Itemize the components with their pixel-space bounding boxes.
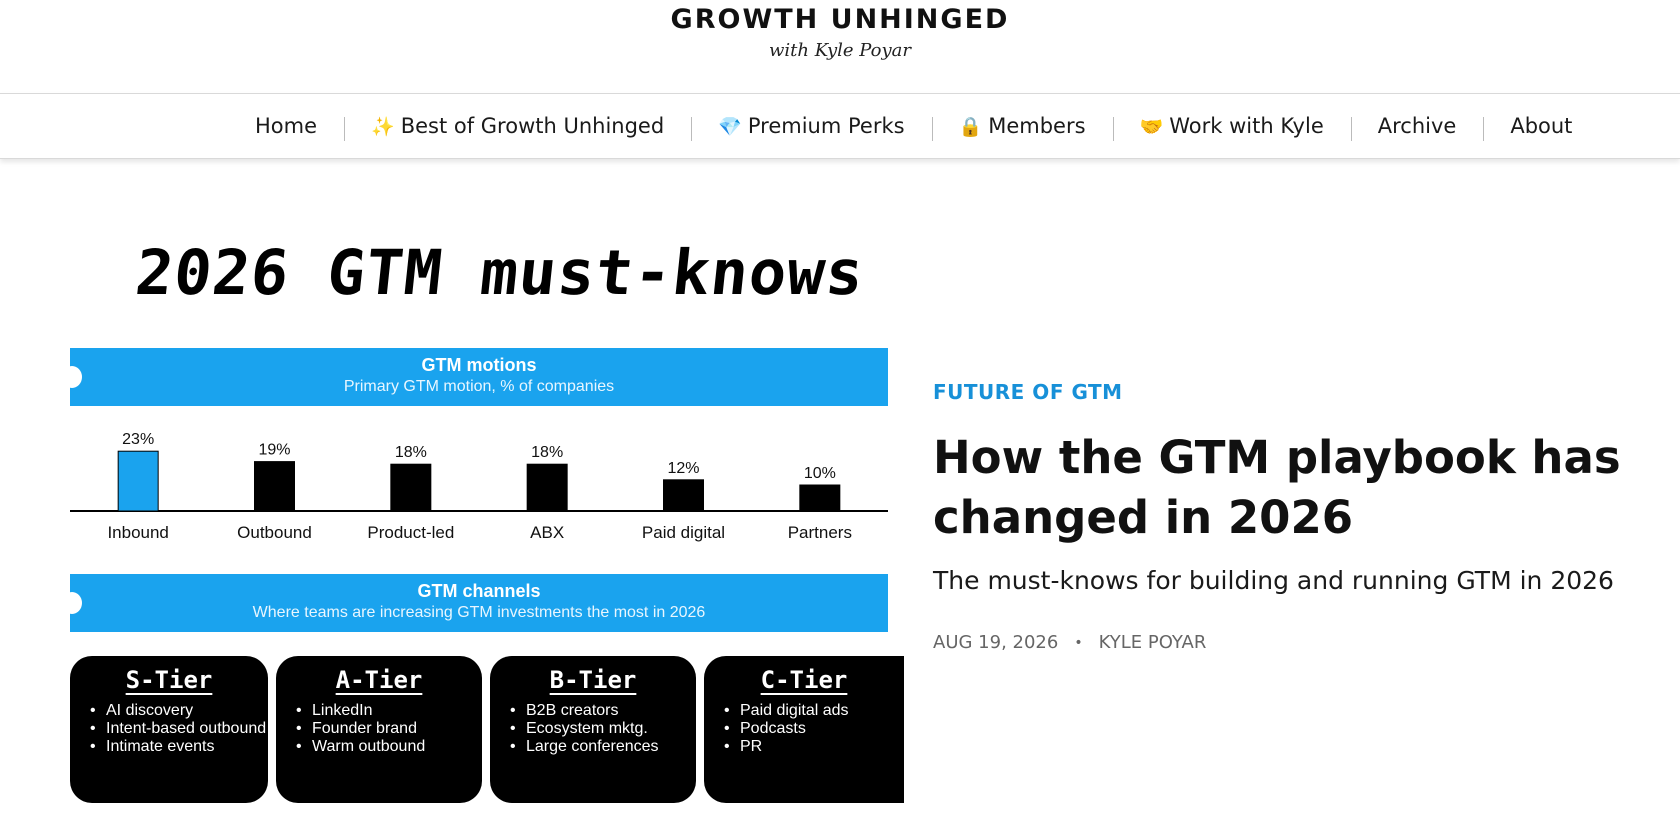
channels-band-title: GTM channels: [417, 581, 541, 601]
nav-item-best-of[interactable]: ✨ Best of Growth Unhinged: [344, 114, 691, 141]
tier-item: Intent-based outbound: [90, 720, 268, 738]
tier-title: A-Tier: [335, 666, 423, 694]
bar-value-label: 23%: [122, 431, 154, 448]
gem-icon: 💎: [718, 115, 742, 138]
nav-label: Home: [255, 114, 318, 138]
bar-value-label: 19%: [258, 442, 290, 459]
bar-partners: [799, 484, 841, 512]
tier-cards: S-Tier AI discovery Intent-based outboun…: [70, 656, 904, 803]
category-label: ABX: [530, 523, 564, 542]
bar-value-label: 10%: [804, 465, 836, 482]
tier-card-b: B-Tier B2B creators Ecosystem mktg. Larg…: [490, 656, 696, 803]
chart-svg: 23% Inbound 19% Outbound 18% Product-led 18% AB…: [70, 431, 888, 542]
nav-label: Work with Kyle: [1169, 114, 1324, 138]
nav-label: About: [1510, 114, 1573, 138]
site-header: GROWTH UNHINGED with Kyle Poyar: [0, 0, 1680, 93]
nav-label: Best of Growth Unhinged: [400, 114, 665, 138]
lock-icon: 🔒: [958, 115, 983, 138]
category-label: Paid digital: [642, 523, 725, 542]
tier-item: Paid digital ads: [724, 702, 904, 720]
tier-item: Ecosystem mktg.: [510, 720, 696, 738]
site-title[interactable]: GROWTH UNHINGED: [0, 4, 1680, 35]
nav-item-work-with-kyle[interactable]: 🤝 Work with Kyle: [1112, 114, 1351, 141]
bar-product-led: [390, 463, 432, 512]
hero-image[interactable]: 2026 GTM must-knows GTM motions Primary …: [62, 228, 904, 803]
meta-separator: •: [1074, 634, 1083, 651]
nav-label: Archive: [1377, 114, 1457, 138]
handshake-icon: 🤝: [1139, 115, 1164, 138]
channels-band: GTM channels Where teams are increasing …: [62, 574, 888, 632]
sparkles-icon: ✨: [371, 115, 395, 138]
channels-band-subtitle: Where teams are increasing GTM investmen…: [252, 604, 706, 621]
tier-item: PR: [724, 738, 904, 756]
tier-item: Large conferences: [510, 738, 696, 756]
category-label: Outbound: [237, 523, 312, 542]
hero-heading: 2026 GTM must-knows: [132, 236, 869, 309]
band-notch: [62, 592, 82, 614]
nav-label: Members: [988, 114, 1086, 138]
tier-card-s: S-Tier AI discovery Intent-based outboun…: [70, 656, 268, 803]
bar-paid-digital: [663, 479, 704, 512]
nav-item-premium-perks[interactable]: 💎 Premium Perks: [691, 114, 931, 141]
bar-inbound: [117, 450, 159, 512]
motions-band-title: GTM motions: [421, 355, 537, 375]
article-date: AUG 19, 2026: [933, 632, 1059, 653]
tier-card-c: C-Tier Paid digital ads Podcasts PR: [704, 656, 904, 803]
gtm-motions-chart: 23% Inbound 19% Outbound 18% Product-led 18% AB…: [70, 416, 888, 566]
nav-item-members[interactable]: 🔒 Members: [931, 114, 1113, 141]
bar-value-label: 12%: [667, 460, 699, 477]
tier-card-a: A-Tier LinkedIn Founder brand Warm outbo…: [276, 656, 482, 803]
category-label: Inbound: [107, 523, 168, 542]
tier-item: AI discovery: [90, 702, 268, 720]
tier-item: Podcasts: [724, 720, 904, 738]
band-notch: [62, 366, 82, 388]
article-title[interactable]: How the GTM playbook has changed in 2026: [933, 428, 1633, 548]
tier-item: B2B creators: [510, 702, 696, 720]
nav-item-archive[interactable]: Archive: [1350, 114, 1484, 141]
tier-item: Intimate events: [90, 738, 268, 756]
nav-item-about[interactable]: About: [1483, 114, 1599, 141]
tier-title: S-Tier: [125, 666, 213, 694]
article-meta: AUG 19, 2026 • KYLE POYAR: [933, 632, 1206, 653]
bar-abx: [526, 463, 568, 512]
bar-value-label: 18%: [531, 444, 563, 461]
tier-title: B-Tier: [549, 666, 637, 694]
tier-item: Warm outbound: [296, 738, 482, 756]
nav-item-home[interactable]: Home: [240, 114, 344, 138]
main-nav: Home ✨ Best of Growth Unhinged 💎 Premium…: [0, 93, 1680, 159]
motions-band-subtitle: Primary GTM motion, % of companies: [343, 378, 615, 395]
article-subtitle: The must-knows for building and running …: [933, 566, 1614, 595]
category-label: Product-led: [367, 523, 454, 542]
article-category[interactable]: FUTURE OF GTM: [933, 380, 1123, 404]
article-author[interactable]: KYLE POYAR: [1099, 632, 1207, 653]
category-label: Partners: [788, 523, 852, 542]
motions-band: GTM motions Primary GTM motion, % of com…: [62, 348, 888, 406]
bar-outbound: [254, 461, 295, 512]
nav-label: Premium Perks: [747, 114, 905, 138]
site-subtitle: with Kyle Poyar: [768, 40, 912, 61]
tier-title: C-Tier: [760, 666, 848, 694]
bar-value-label: 18%: [395, 444, 427, 461]
tier-item: LinkedIn: [296, 702, 482, 720]
tier-item: Founder brand: [296, 720, 482, 738]
